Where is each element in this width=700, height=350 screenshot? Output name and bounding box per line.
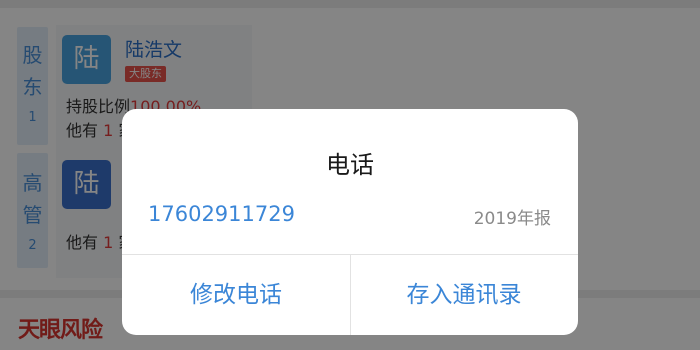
phone-dialog: 电话 17602911729 2019年报 修改电话 存入通讯录 (122, 109, 578, 335)
dialog-title: 电话 (326, 151, 374, 179)
phone-number[interactable]: 17602911729 (148, 202, 295, 226)
edit-phone-button[interactable]: 修改电话 (122, 255, 350, 335)
report-year: 2019年报 (473, 209, 551, 229)
save-to-contacts-button[interactable]: 存入通讯录 (350, 255, 578, 335)
